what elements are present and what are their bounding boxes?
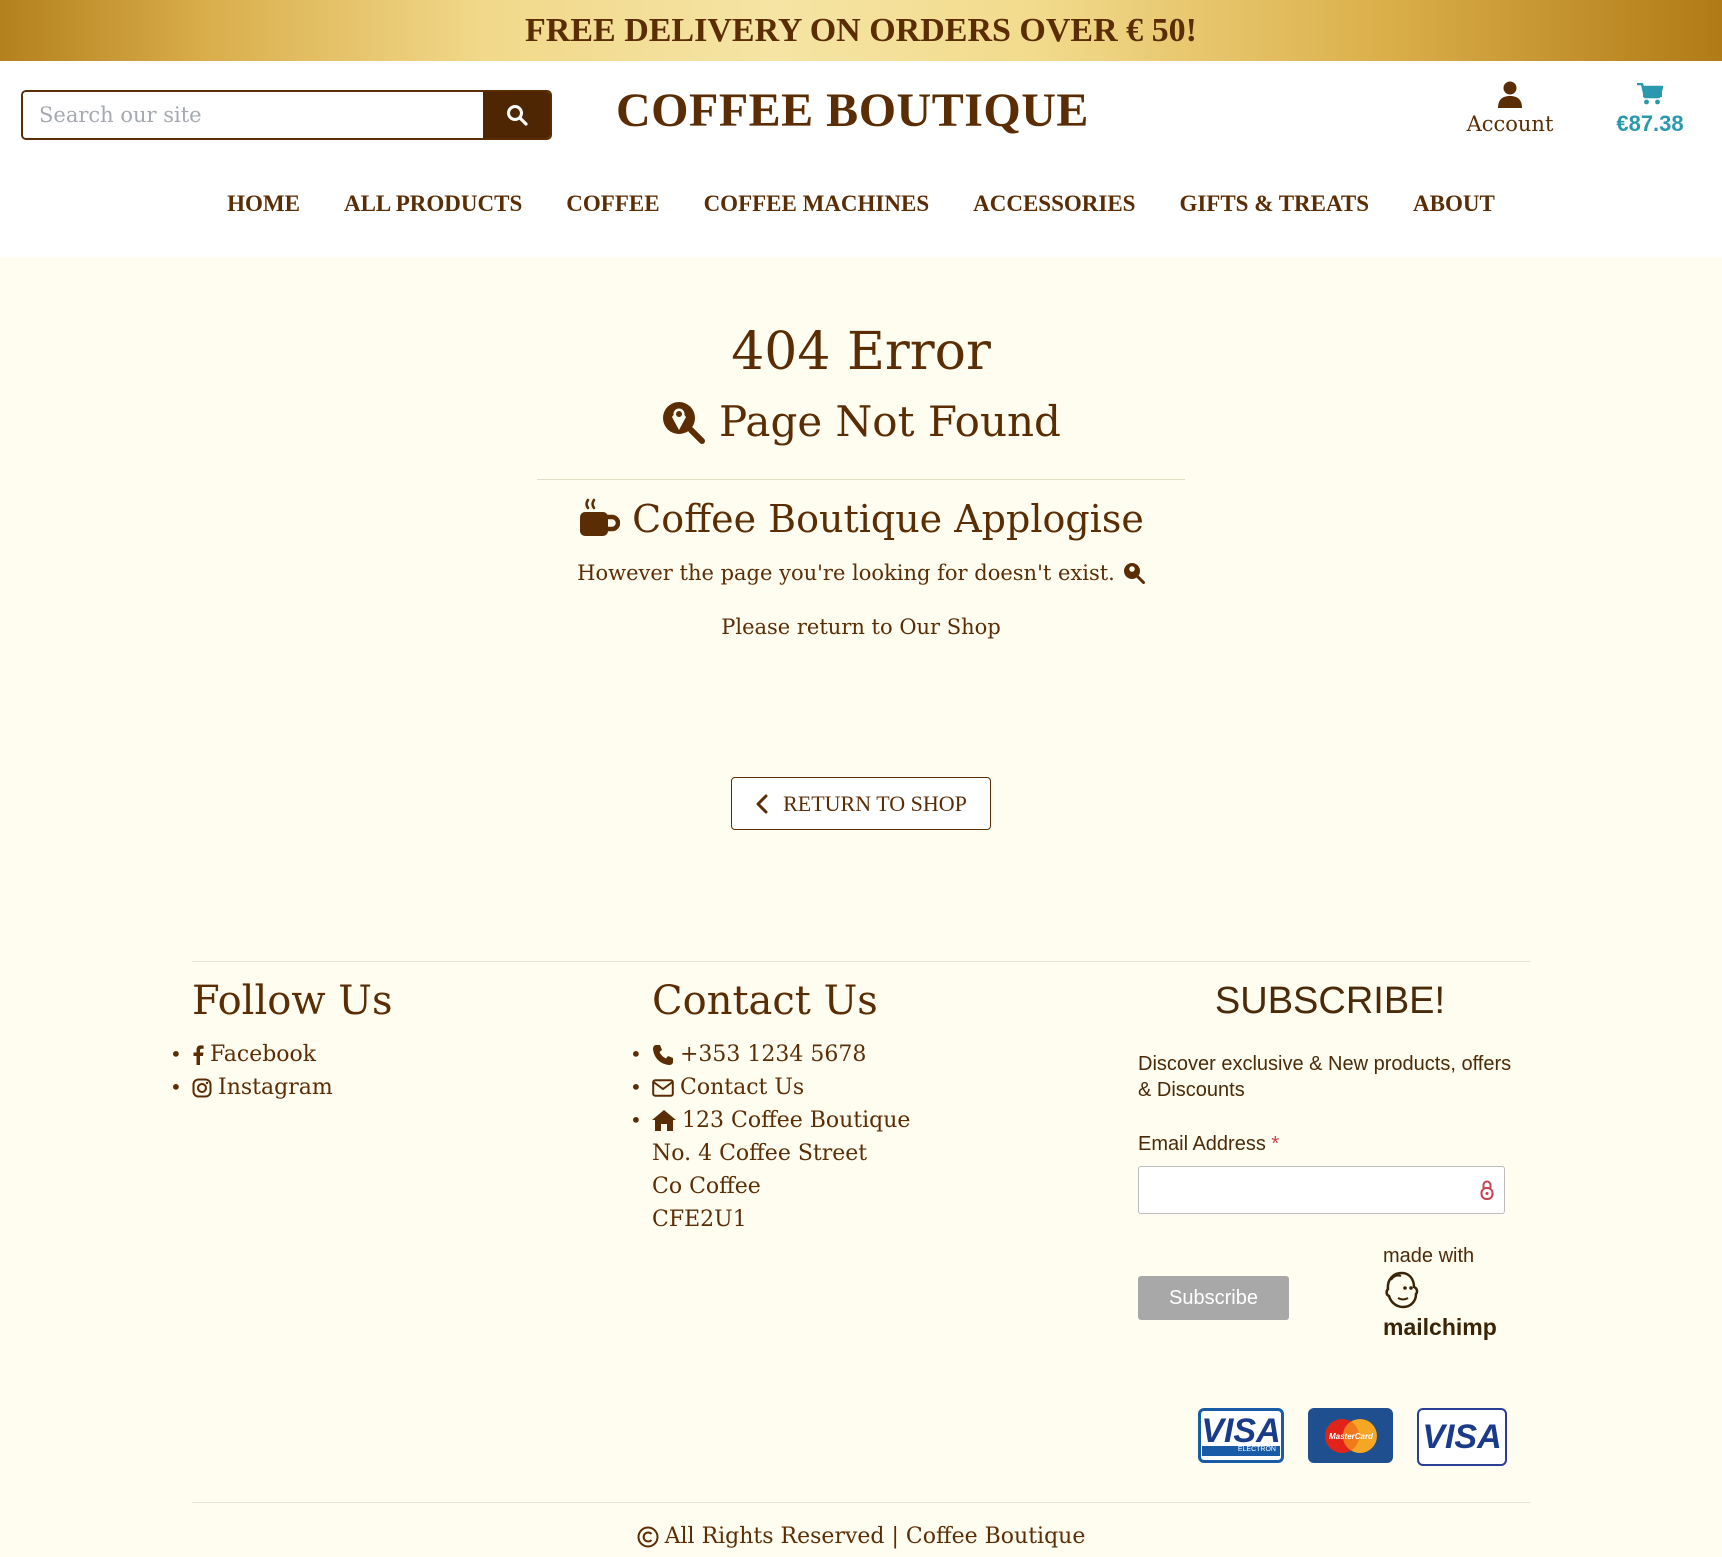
mailchimp-logo (1385, 1271, 1419, 1309)
error-message-text: However the page you're looking for does… (577, 561, 1115, 585)
nav-coffee-machines[interactable]: COFFEE MACHINES (704, 191, 930, 217)
page-not-found-text: Page Not Found (719, 397, 1061, 446)
promo-banner-text: FREE DELIVERY ON ORDERS OVER € 50! (525, 11, 1197, 49)
visa-wordmark: VISA (1422, 1418, 1502, 1456)
cart-link[interactable]: €87.38 (1600, 83, 1700, 137)
copyright-text: All Rights Reserved | Coffee Boutique (664, 1524, 1086, 1549)
mastercard-wordmark: MasterCard (1328, 1432, 1373, 1441)
subscribe-button[interactable]: Subscribe (1138, 1276, 1289, 1320)
facebook-label: Facebook (210, 1042, 317, 1067)
footer-bottom-divider (192, 1502, 1530, 1503)
mastercard-logo: MasterCard (1324, 1418, 1377, 1453)
subscribe-title: SUBSCRIBE! (1214, 980, 1446, 1022)
nav-accessories[interactable]: ACCESSORIES (973, 191, 1135, 217)
required-asterisk: * (1271, 1133, 1280, 1155)
electron-label: ELECTRON (1202, 1445, 1280, 1456)
email-label: Email Address * (1138, 1133, 1522, 1156)
facebook-icon (193, 1044, 204, 1065)
instagram-link[interactable]: Instagram (170, 1071, 393, 1104)
apology-heading: Coffee Boutique Applogise (0, 497, 1722, 541)
copyright: All Rights Reserved | Coffee Boutique (0, 1524, 1722, 1549)
visa-card: VISA (1417, 1408, 1507, 1466)
error-heading: 404 Error (731, 322, 991, 382)
visa-electron-card: VISA ELECTRON (1198, 1408, 1284, 1463)
visa-electron-wordmark: VISA (1201, 1411, 1281, 1450)
cart-total: €87.38 (1616, 111, 1684, 136)
return-to-shop-label: RETURN TO SHOP (783, 790, 967, 816)
follow-us-section: Follow Us Facebook Instagram (170, 978, 393, 1104)
nav-home[interactable]: HOME (227, 191, 300, 217)
site-header: COFFEE BOUTIQUE Account €87.38 HOME ALL … (0, 61, 1722, 257)
phone-number: +353 1234 5678 (680, 1042, 867, 1067)
error-message: However the page you're looking for does… (0, 561, 1722, 585)
account-label: Account (1466, 112, 1554, 136)
phone-icon (653, 1044, 673, 1065)
made-with-text: made with (1383, 1245, 1475, 1267)
search-input[interactable] (23, 92, 483, 138)
search-location-icon (1123, 563, 1145, 584)
address-line-4: CFE2U1 (652, 1207, 747, 1232)
address-line-3: Co Coffee (652, 1174, 761, 1199)
account-link[interactable]: Account (1460, 81, 1560, 136)
instagram-icon (192, 1078, 212, 1097)
address-line-2: No. 4 Coffee Street (652, 1141, 868, 1166)
divider (537, 479, 1185, 480)
nav-coffee[interactable]: COFFEE (566, 191, 659, 217)
brand-title[interactable]: COFFEE BOUTIQUE (616, 83, 1089, 138)
cart-icon (1637, 83, 1663, 105)
payment-cards: VISA ELECTRON MasterCard VISA (1198, 1408, 1507, 1466)
subscribe-description: Discover exclusive & New products, offer… (1138, 1053, 1512, 1101)
phone-item[interactable]: +353 1234 5678 (630, 1038, 910, 1071)
email-contact-item[interactable]: Contact Us (630, 1071, 910, 1104)
chevron-left-icon (756, 794, 768, 813)
return-to-shop-button[interactable]: RETURN TO SHOP (731, 777, 991, 830)
lock-icon (1480, 1180, 1494, 1200)
follow-us-title: Follow Us (192, 978, 393, 1024)
instagram-label: Instagram (218, 1075, 333, 1100)
subscribe-section: SUBSCRIBE! Discover exclusive & New prod… (1138, 980, 1522, 1340)
search-button[interactable] (483, 92, 550, 138)
search-form (21, 90, 552, 140)
mailchimp-wordmark: mailchimp (1383, 1314, 1497, 1340)
search-location-icon (663, 401, 706, 444)
user-icon (1498, 81, 1522, 108)
address-item: 123 Coffee Boutique (630, 1104, 911, 1137)
nav-all-products[interactable]: ALL PRODUCTS (344, 191, 522, 217)
email-contact-label: Contact Us (680, 1075, 805, 1100)
address-line-1: 123 Coffee Boutique (682, 1108, 911, 1133)
copyright-icon (637, 1526, 659, 1547)
nav-about[interactable]: ABOUT (1413, 191, 1495, 217)
main-nav: HOME ALL PRODUCTS COFFEE COFFEE MACHINES… (0, 191, 1722, 217)
promo-banner: FREE DELIVERY ON ORDERS OVER € 50! (0, 0, 1722, 61)
email-address-input[interactable] (1138, 1166, 1505, 1214)
page-not-found-heading: Page Not Found (0, 397, 1722, 446)
apology-text: Coffee Boutique Applogise (632, 497, 1144, 541)
home-icon (652, 1110, 676, 1131)
mastercard-card: MasterCard (1308, 1408, 1393, 1463)
contact-us-section: Contact Us +353 1234 5678 Contact Us 123… (630, 978, 911, 1236)
envelope-icon (652, 1078, 674, 1097)
search-icon (506, 105, 528, 126)
return-prompt: Please return to Our Shop (721, 615, 1001, 639)
contact-us-title: Contact Us (652, 978, 878, 1024)
nav-gifts-treats[interactable]: GIFTS & TREATS (1179, 191, 1369, 217)
email-label-text: Email Address (1138, 1133, 1266, 1155)
facebook-link[interactable]: Facebook (170, 1038, 393, 1071)
footer-divider (192, 961, 1530, 962)
mug-hot-icon (580, 498, 621, 536)
